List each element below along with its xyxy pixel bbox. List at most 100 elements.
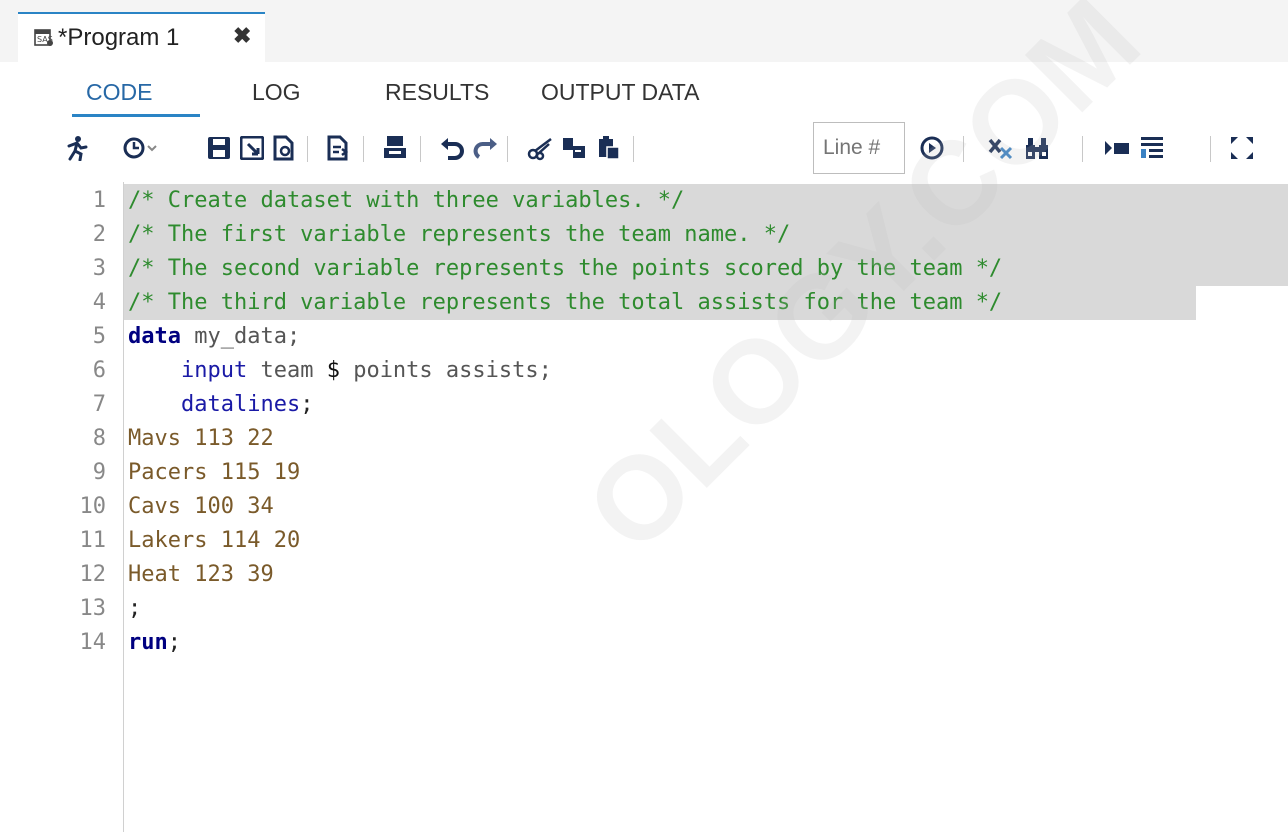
code-text: Lakers 114 20 [128, 524, 300, 558]
active-tab-indicator [72, 114, 200, 117]
gutter-divider [123, 182, 124, 832]
code-line[interactable]: 4 /* The third variable represents the to… [0, 286, 1288, 320]
print-icon[interactable] [379, 131, 411, 165]
tab-output-data[interactable]: OUTPUT DATA [541, 79, 699, 106]
code-token-semi: ; [300, 392, 314, 417]
view-tabs: CODE LOG RESULTS OUTPUT DATA [0, 62, 1288, 117]
line-number: 10 [79, 494, 107, 519]
code-line[interactable]: 11 Lakers 114 20 [0, 524, 1288, 558]
maximize-icon[interactable] [1226, 131, 1258, 165]
code-token-plain: points assists; [339, 358, 552, 383]
toolbar-separator [1082, 136, 1083, 162]
clear-icon[interactable] [984, 131, 1016, 165]
document-tab-program-1[interactable]: SAS *Program 1 ✖ [18, 12, 265, 62]
go-icon[interactable] [916, 131, 948, 165]
code-text: Heat 123 39 [128, 558, 274, 592]
tab-results[interactable]: RESULTS [385, 79, 489, 106]
code-line[interactable]: 5 data my_data; [0, 320, 1288, 354]
toolbar-separator [363, 136, 364, 162]
line-number: 1 [92, 188, 106, 213]
code-editor[interactable]: 1 /* Create dataset with three variables.… [0, 0, 1288, 832]
line-number: 4 [92, 290, 106, 315]
toolbar-separator [420, 136, 421, 162]
document-tab-title: *Program 1 [58, 24, 180, 51]
toolbar-separator [1210, 136, 1211, 162]
close-icon[interactable]: ✖ [233, 23, 251, 49]
code-token-semi: ; [167, 630, 181, 655]
code-text: input team $ points assists; [128, 354, 552, 388]
code-line[interactable]: 6 input team $ points assists; [0, 354, 1288, 388]
code-text: /* The first variable represents the tea… [128, 218, 790, 252]
code-line[interactable]: 9 Pacers 115 19 [0, 456, 1288, 490]
toolbar-separator [963, 136, 964, 162]
line-number: 5 [92, 324, 106, 349]
toolbar-separator [507, 136, 508, 162]
history-icon[interactable] [120, 131, 160, 165]
line-number: 8 [92, 426, 106, 451]
code-token-data: Pacers 115 19 [128, 460, 301, 485]
insert-icon[interactable] [322, 131, 354, 165]
code-token-comment: /* The second variable represents the po… [128, 256, 1003, 281]
code-text: Pacers 115 19 [128, 456, 300, 490]
code-token-stmt: datalines [128, 392, 301, 417]
code-text: data my_data; [128, 320, 300, 354]
code-token-plain: team [247, 358, 327, 383]
code-text: /* The third variable represents the tot… [128, 286, 1002, 320]
code-token-data: Mavs 113 22 [128, 426, 274, 451]
line-number: 11 [79, 528, 107, 553]
code-line[interactable]: 1 /* Create dataset with three variables.… [0, 184, 1288, 218]
indent-icon[interactable] [1101, 131, 1133, 165]
line-number: 6 [92, 358, 106, 383]
code-token-comment: /* Create dataset with three variables. … [128, 188, 685, 213]
code-token-kw: run [128, 630, 168, 655]
code-line[interactable]: 7 datalines; [0, 388, 1288, 422]
line-number: 7 [92, 392, 106, 417]
find-icon[interactable] [1021, 131, 1053, 165]
code-token-comment: /* The third variable represents the tot… [128, 290, 1003, 315]
code-token-stmt: input [128, 358, 248, 383]
code-text: /* The second variable represents the po… [128, 252, 1002, 286]
line-number: 12 [79, 562, 107, 587]
code-token-data: Heat 123 39 [128, 562, 274, 587]
code-token-comment: /* The first variable represents the tea… [128, 222, 791, 247]
program-icon: SAS [34, 29, 53, 46]
run-icon[interactable] [60, 131, 92, 165]
redo-icon[interactable] [470, 131, 502, 165]
line-number: 14 [79, 630, 107, 655]
line-number: 2 [92, 222, 106, 247]
code-text: Cavs 100 34 [128, 490, 274, 524]
tab-code[interactable]: CODE [86, 79, 152, 106]
code-text: datalines; [128, 388, 313, 422]
toolbar-separator [633, 136, 634, 162]
code-token-dollar: $ [326, 358, 340, 383]
copy-icon[interactable] [558, 131, 590, 165]
line-number-input[interactable] [813, 122, 905, 174]
code-line[interactable]: 10 Cavs 100 34 [0, 490, 1288, 524]
line-number: 9 [92, 460, 106, 485]
code-text: /* Create dataset with three variables. … [128, 184, 684, 218]
code-token-plain: my_data; [180, 324, 301, 349]
code-line[interactable]: 2 /* The first variable represents the te… [0, 218, 1288, 252]
save-icon[interactable] [203, 131, 235, 165]
code-line[interactable]: 8 Mavs 113 22 [0, 422, 1288, 456]
undo-icon[interactable] [436, 131, 468, 165]
code-text: Mavs 113 22 [128, 422, 274, 456]
line-number: 13 [79, 596, 107, 621]
line-number: 3 [92, 256, 106, 281]
format-icon[interactable] [1136, 131, 1168, 165]
code-line[interactable]: 13; [0, 592, 1288, 626]
open-icon[interactable] [268, 131, 300, 165]
code-token-data: Cavs 100 34 [128, 494, 274, 519]
code-text: run; [128, 626, 181, 660]
save-as-icon[interactable] [236, 131, 268, 165]
code-token-data: Lakers 114 20 [128, 528, 301, 553]
code-token-kw: data [128, 324, 181, 349]
code-line[interactable]: 3 /* The second variable represents the p… [0, 252, 1288, 286]
editor-toolbar [0, 118, 1288, 182]
code-line[interactable]: 12 Heat 123 39 [0, 558, 1288, 592]
code-line[interactable]: 14 run; [0, 626, 1288, 660]
paste-icon[interactable] [592, 131, 624, 165]
cut-icon[interactable] [524, 131, 556, 165]
document-tab-strip: SAS *Program 1 ✖ [0, 0, 1288, 63]
tab-log[interactable]: LOG [252, 79, 301, 106]
